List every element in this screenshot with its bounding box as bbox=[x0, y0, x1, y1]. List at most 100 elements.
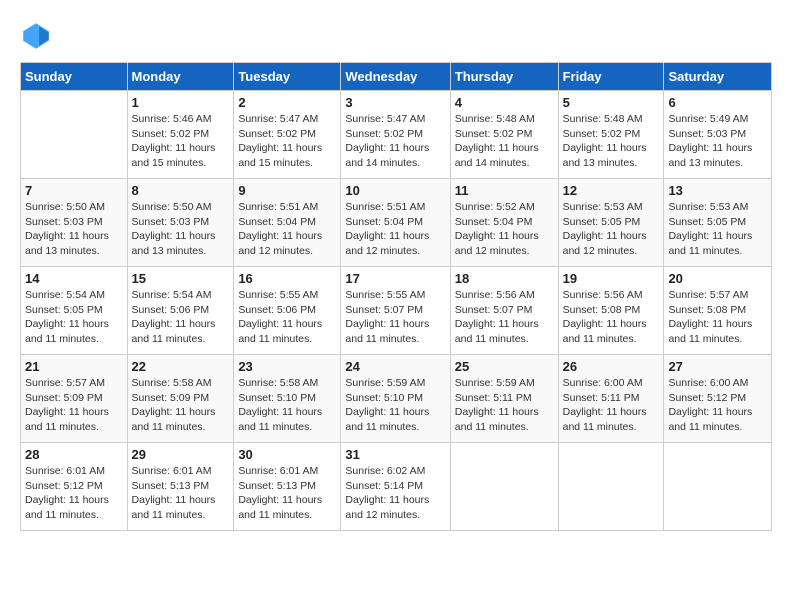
day-info: Sunrise: 5:50 AMSunset: 5:03 PMDaylight:… bbox=[25, 200, 123, 259]
day-cell: 26 Sunrise: 6:00 AMSunset: 5:11 PMDayligh… bbox=[558, 355, 664, 443]
day-info: Sunrise: 6:01 AMSunset: 5:12 PMDaylight:… bbox=[25, 464, 123, 523]
day-info: Sunrise: 5:46 AMSunset: 5:02 PMDaylight:… bbox=[132, 112, 230, 171]
day-cell: 17 Sunrise: 5:55 AMSunset: 5:07 PMDayligh… bbox=[341, 267, 450, 355]
day-info: Sunrise: 5:48 AMSunset: 5:02 PMDaylight:… bbox=[455, 112, 554, 171]
day-cell bbox=[664, 443, 772, 531]
day-cell: 21 Sunrise: 5:57 AMSunset: 5:09 PMDayligh… bbox=[21, 355, 128, 443]
day-info: Sunrise: 6:00 AMSunset: 5:12 PMDaylight:… bbox=[668, 376, 767, 435]
day-cell: 19Sunrise: 5:56 AMSunset: 5:08 PMDayligh… bbox=[558, 267, 664, 355]
week-row-5: 28 Sunrise: 6:01 AMSunset: 5:12 PMDayligh… bbox=[21, 443, 772, 531]
day-number: 11 bbox=[455, 183, 554, 198]
day-info: Sunrise: 6:02 AMSunset: 5:14 PMDaylight:… bbox=[345, 464, 445, 523]
day-cell: 22 Sunrise: 5:58 AMSunset: 5:09 PMDayligh… bbox=[127, 355, 234, 443]
day-cell: 9 Sunrise: 5:51 AMSunset: 5:04 PMDaylight… bbox=[234, 179, 341, 267]
day-info: Sunrise: 5:59 AMSunset: 5:11 PMDaylight:… bbox=[455, 376, 554, 435]
day-info: Sunrise: 5:58 AMSunset: 5:09 PMDaylight:… bbox=[132, 376, 230, 435]
day-number: 30 bbox=[238, 447, 336, 462]
day-info: Sunrise: 5:57 AMSunset: 5:09 PMDaylight:… bbox=[25, 376, 123, 435]
weekday-header-thursday: Thursday bbox=[450, 63, 558, 91]
day-info: Sunrise: 5:55 AMSunset: 5:06 PMDaylight:… bbox=[238, 288, 336, 347]
day-info: Sunrise: 5:51 AMSunset: 5:04 PMDaylight:… bbox=[238, 200, 336, 259]
weekday-header-saturday: Saturday bbox=[664, 63, 772, 91]
day-number: 21 bbox=[25, 359, 123, 374]
day-cell: 18 Sunrise: 5:56 AMSunset: 5:07 PMDayligh… bbox=[450, 267, 558, 355]
day-number: 5 bbox=[563, 95, 660, 110]
day-number: 4 bbox=[455, 95, 554, 110]
weekday-row: SundayMondayTuesdayWednesdayThursdayFrid… bbox=[21, 63, 772, 91]
day-number: 23 bbox=[238, 359, 336, 374]
day-number: 18 bbox=[455, 271, 554, 286]
day-number: 9 bbox=[238, 183, 336, 198]
day-info: Sunrise: 5:58 AMSunset: 5:10 PMDaylight:… bbox=[238, 376, 336, 435]
day-info: Sunrise: 6:01 AMSunset: 5:13 PMDaylight:… bbox=[238, 464, 336, 523]
day-cell: 30 Sunrise: 6:01 AMSunset: 5:13 PMDayligh… bbox=[234, 443, 341, 531]
day-number: 14 bbox=[25, 271, 123, 286]
day-cell: 28 Sunrise: 6:01 AMSunset: 5:12 PMDayligh… bbox=[21, 443, 128, 531]
page: SundayMondayTuesdayWednesdayThursdayFrid… bbox=[0, 0, 792, 612]
day-number: 28 bbox=[25, 447, 123, 462]
day-cell: 31 Sunrise: 6:02 AMSunset: 5:14 PMDayligh… bbox=[341, 443, 450, 531]
week-row-1: 1 Sunrise: 5:46 AMSunset: 5:02 PMDaylight… bbox=[21, 91, 772, 179]
weekday-header-sunday: Sunday bbox=[21, 63, 128, 91]
day-number: 20 bbox=[668, 271, 767, 286]
day-number: 3 bbox=[345, 95, 445, 110]
day-number: 26 bbox=[563, 359, 660, 374]
day-cell: 16 Sunrise: 5:55 AMSunset: 5:06 PMDayligh… bbox=[234, 267, 341, 355]
day-cell: 11Sunrise: 5:52 AMSunset: 5:04 PMDayligh… bbox=[450, 179, 558, 267]
day-cell: 6 Sunrise: 5:49 AMSunset: 5:03 PMDaylight… bbox=[664, 91, 772, 179]
day-cell bbox=[558, 443, 664, 531]
day-cell: 23 Sunrise: 5:58 AMSunset: 5:10 PMDayligh… bbox=[234, 355, 341, 443]
day-cell: 20 Sunrise: 5:57 AMSunset: 5:08 PMDayligh… bbox=[664, 267, 772, 355]
day-number: 1 bbox=[132, 95, 230, 110]
day-number: 29 bbox=[132, 447, 230, 462]
day-info: Sunrise: 6:01 AMSunset: 5:13 PMDaylight:… bbox=[132, 464, 230, 523]
day-info: Sunrise: 5:54 AMSunset: 5:05 PMDaylight:… bbox=[25, 288, 123, 347]
day-number: 12 bbox=[563, 183, 660, 198]
day-cell: 10Sunrise: 5:51 AMSunset: 5:04 PMDayligh… bbox=[341, 179, 450, 267]
day-cell: 25 Sunrise: 5:59 AMSunset: 5:11 PMDayligh… bbox=[450, 355, 558, 443]
day-info: Sunrise: 5:53 AMSunset: 5:05 PMDaylight:… bbox=[668, 200, 767, 259]
day-info: Sunrise: 5:49 AMSunset: 5:03 PMDaylight:… bbox=[668, 112, 767, 171]
logo-icon bbox=[20, 20, 52, 52]
day-number: 13 bbox=[668, 183, 767, 198]
day-number: 24 bbox=[345, 359, 445, 374]
header bbox=[20, 20, 772, 52]
day-info: Sunrise: 5:59 AMSunset: 5:10 PMDaylight:… bbox=[345, 376, 445, 435]
day-cell: 4 Sunrise: 5:48 AMSunset: 5:02 PMDaylight… bbox=[450, 91, 558, 179]
day-info: Sunrise: 5:56 AMSunset: 5:07 PMDaylight:… bbox=[455, 288, 554, 347]
day-cell: 14 Sunrise: 5:54 AMSunset: 5:05 PMDayligh… bbox=[21, 267, 128, 355]
day-number: 25 bbox=[455, 359, 554, 374]
day-number: 31 bbox=[345, 447, 445, 462]
day-number: 19 bbox=[563, 271, 660, 286]
day-cell: 8Sunrise: 5:50 AMSunset: 5:03 PMDaylight… bbox=[127, 179, 234, 267]
week-row-3: 14 Sunrise: 5:54 AMSunset: 5:05 PMDayligh… bbox=[21, 267, 772, 355]
day-cell: 7 Sunrise: 5:50 AMSunset: 5:03 PMDaylight… bbox=[21, 179, 128, 267]
day-cell: 3 Sunrise: 5:47 AMSunset: 5:02 PMDaylight… bbox=[341, 91, 450, 179]
day-cell bbox=[450, 443, 558, 531]
day-number: 22 bbox=[132, 359, 230, 374]
weekday-header-tuesday: Tuesday bbox=[234, 63, 341, 91]
day-info: Sunrise: 5:57 AMSunset: 5:08 PMDaylight:… bbox=[668, 288, 767, 347]
week-row-4: 21 Sunrise: 5:57 AMSunset: 5:09 PMDayligh… bbox=[21, 355, 772, 443]
day-number: 8 bbox=[132, 183, 230, 198]
day-number: 10 bbox=[345, 183, 445, 198]
day-info: Sunrise: 5:47 AMSunset: 5:02 PMDaylight:… bbox=[345, 112, 445, 171]
day-info: Sunrise: 5:53 AMSunset: 5:05 PMDaylight:… bbox=[563, 200, 660, 259]
day-number: 6 bbox=[668, 95, 767, 110]
day-number: 17 bbox=[345, 271, 445, 286]
calendar-table: SundayMondayTuesdayWednesdayThursdayFrid… bbox=[20, 62, 772, 531]
week-row-2: 7 Sunrise: 5:50 AMSunset: 5:03 PMDaylight… bbox=[21, 179, 772, 267]
day-cell: 2Sunrise: 5:47 AMSunset: 5:02 PMDaylight… bbox=[234, 91, 341, 179]
calendar-header: SundayMondayTuesdayWednesdayThursdayFrid… bbox=[21, 63, 772, 91]
day-info: Sunrise: 6:00 AMSunset: 5:11 PMDaylight:… bbox=[563, 376, 660, 435]
day-number: 16 bbox=[238, 271, 336, 286]
day-info: Sunrise: 5:55 AMSunset: 5:07 PMDaylight:… bbox=[345, 288, 445, 347]
weekday-header-monday: Monday bbox=[127, 63, 234, 91]
day-number: 7 bbox=[25, 183, 123, 198]
day-cell: 24 Sunrise: 5:59 AMSunset: 5:10 PMDayligh… bbox=[341, 355, 450, 443]
day-cell: 12 Sunrise: 5:53 AMSunset: 5:05 PMDayligh… bbox=[558, 179, 664, 267]
day-cell: 29 Sunrise: 6:01 AMSunset: 5:13 PMDayligh… bbox=[127, 443, 234, 531]
logo bbox=[20, 20, 56, 52]
day-cell bbox=[21, 91, 128, 179]
day-cell: 1 Sunrise: 5:46 AMSunset: 5:02 PMDaylight… bbox=[127, 91, 234, 179]
